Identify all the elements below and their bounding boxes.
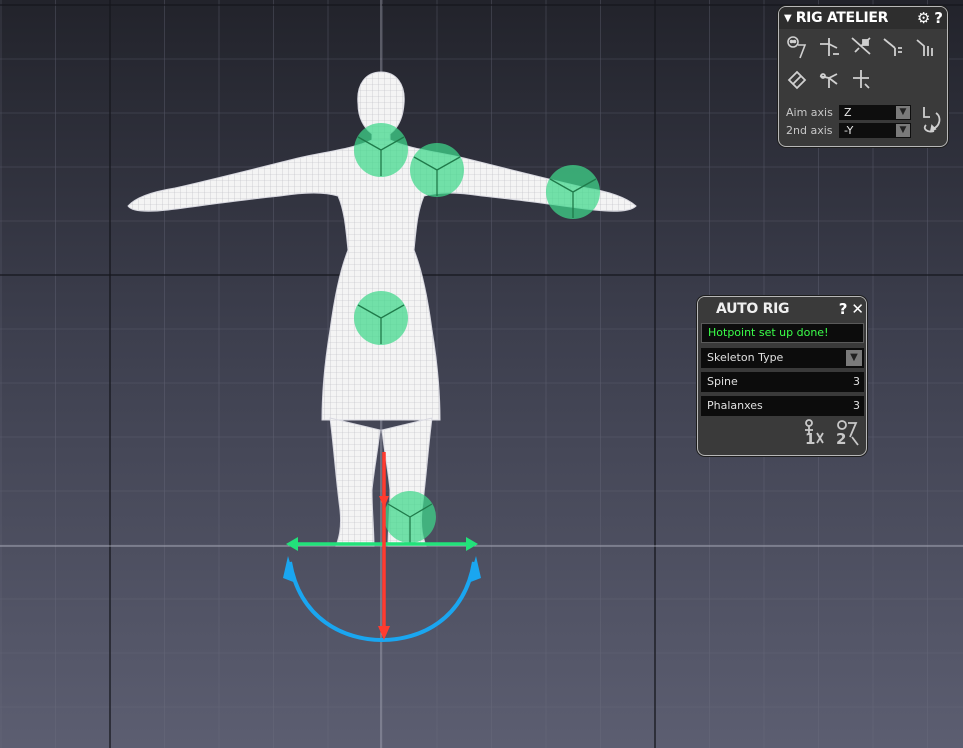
second-axis-value: -Y (844, 124, 854, 137)
skeleton-type-select[interactable]: Skeleton Type ▼ (701, 348, 864, 368)
chevron-down-icon[interactable]: ▼ (896, 106, 910, 119)
step-1-button[interactable]: 1 (802, 419, 828, 448)
hotpoint-pelvis[interactable] (354, 291, 408, 345)
auto-rig-step-buttons: 1 2 (802, 419, 860, 448)
hotpoint-ankle[interactable] (384, 491, 436, 543)
aim-axis-value: Z (844, 106, 852, 119)
bone-mirror-icon[interactable] (849, 33, 873, 61)
rig-atelier-title-bar[interactable]: ▼ RIG ATELIER ⚙ ? (779, 7, 947, 29)
auto-rig-title-bar[interactable]: AUTO RIG ? ✕ (698, 297, 866, 321)
rig-tool-grid (785, 33, 945, 93)
auto-rig-panel: AUTO RIG ? ✕ Hotpoint set up done! Skele… (697, 296, 867, 456)
chevron-down-icon[interactable]: ▼ (896, 124, 910, 137)
step-2-label: 2 (836, 430, 847, 448)
auto-rig-title: AUTO RIG (716, 301, 790, 317)
hotpoint-wrist[interactable] (546, 165, 600, 219)
collapse-arrow-icon[interactable]: ▼ (784, 13, 792, 24)
rig-atelier-title: RIG ATELIER (795, 10, 889, 26)
aim-axis-row: Aim axis Z ▼ (786, 105, 911, 120)
bone-split-icon[interactable] (913, 33, 937, 61)
settings-gear-icon[interactable]: ⚙ (917, 9, 930, 27)
phalanxes-label: Phalanxes (707, 399, 763, 412)
bone-chain-icon[interactable] (817, 33, 841, 61)
phalanxes-field[interactable]: Phalanxes 3 (701, 396, 864, 416)
second-axis-label: 2nd axis (786, 124, 833, 137)
second-axis-select[interactable]: -Y ▼ (839, 123, 911, 138)
skull-tool-icon[interactable] (785, 33, 809, 61)
step-1-label: 1 (805, 430, 816, 448)
phalanxes-value[interactable]: 3 (853, 396, 860, 416)
hotpoint-shoulder[interactable] (410, 143, 464, 197)
second-axis-row: 2nd axis -Y ▼ (786, 123, 911, 138)
spine-label: Spine (707, 375, 738, 388)
bone-orient-icon[interactable] (785, 65, 809, 93)
bone-add-icon[interactable] (849, 65, 873, 93)
bone-align-icon[interactable] (881, 33, 905, 61)
axis-swap-icon[interactable] (918, 103, 944, 135)
chevron-down-icon[interactable]: ▼ (846, 350, 862, 366)
skeleton-type-label: Skeleton Type (707, 351, 784, 364)
bone-connect-icon[interactable] (817, 65, 841, 93)
step-2-button[interactable]: 2 (834, 419, 860, 448)
hotpoint-neck[interactable] (354, 123, 408, 177)
spine-value[interactable]: 3 (853, 372, 860, 392)
spine-field[interactable]: Spine 3 (701, 372, 864, 392)
help-icon[interactable]: ? (934, 9, 943, 27)
aim-axis-label: Aim axis (786, 106, 833, 119)
help-icon[interactable]: ? (839, 300, 848, 318)
status-message: Hotpoint set up done! (701, 323, 864, 343)
aim-axis-select[interactable]: Z ▼ (839, 105, 911, 120)
rig-atelier-panel: ▼ RIG ATELIER ⚙ ? Aim axis Z ▼ 2nd axis … (778, 6, 948, 147)
close-icon[interactable]: ✕ (851, 300, 864, 318)
